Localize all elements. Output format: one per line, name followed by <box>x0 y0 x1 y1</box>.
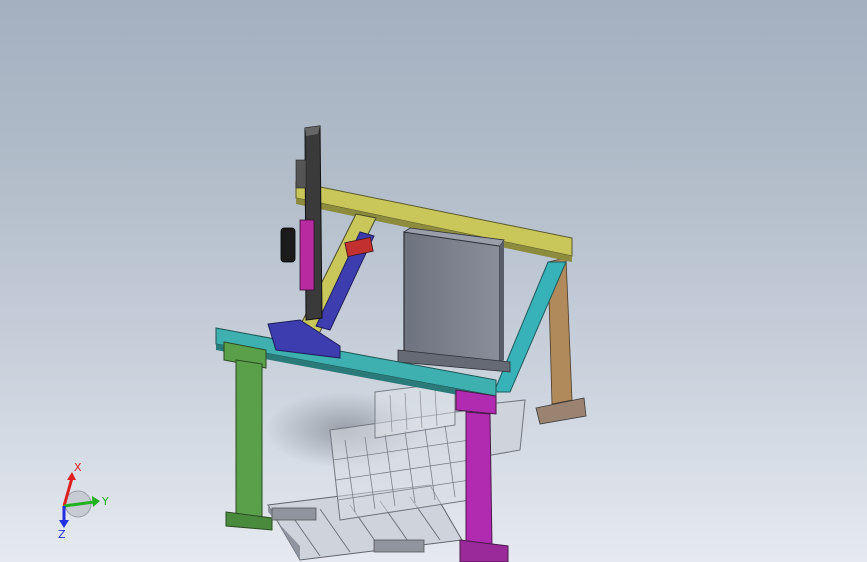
column-front-left[interactable] <box>223 341 273 531</box>
y-axis-arrowhead <box>92 496 100 507</box>
vertical-z-axis[interactable] <box>280 125 323 321</box>
z-axis-label: Z <box>58 528 66 540</box>
graphics-viewport[interactable]: X Y Z <box>0 0 867 562</box>
y-axis-label: Y <box>101 495 109 508</box>
coordinate-triad: X Y Z <box>48 460 118 541</box>
control-cabinet[interactable] <box>397 227 511 373</box>
robot-gantry-model[interactable] <box>0 0 867 562</box>
x-axis-label: X <box>74 461 82 474</box>
z-axis-arrowhead <box>59 520 69 528</box>
